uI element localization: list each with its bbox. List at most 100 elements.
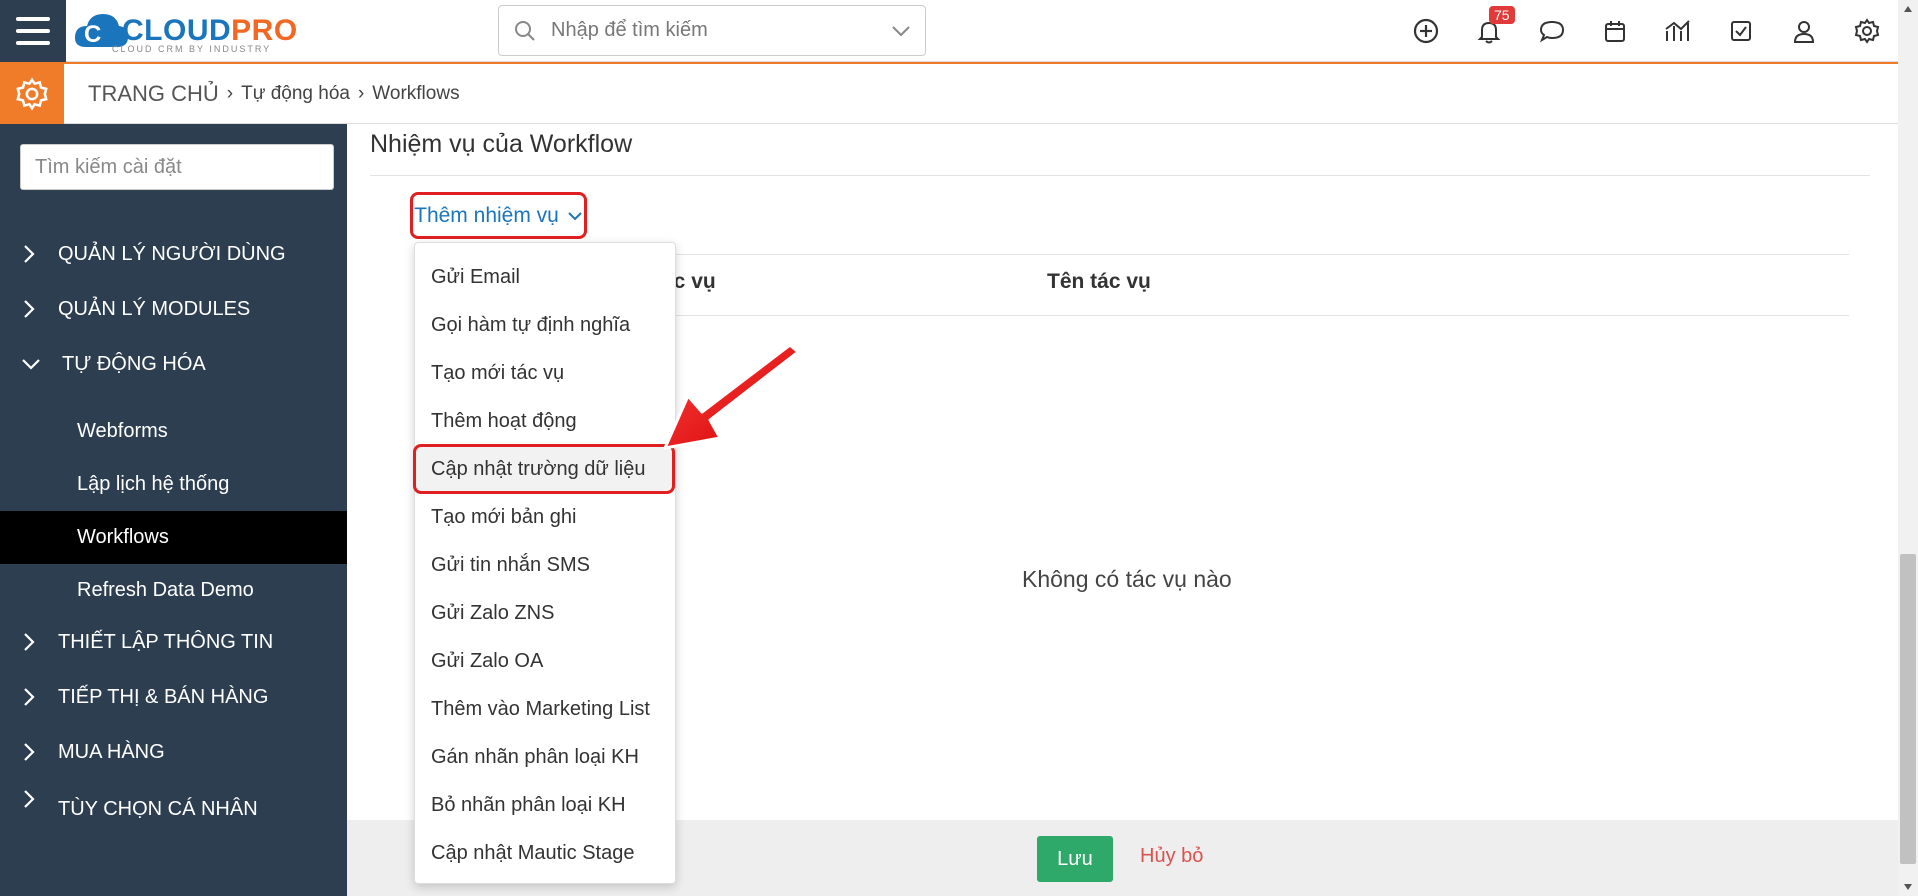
scroll-down-icon[interactable] bbox=[1898, 878, 1918, 896]
top-bar: C CLOUDPRO CLOUD CRM BY INDUSTRY Nhập để… bbox=[0, 0, 1898, 62]
settings-search-input[interactable]: Tìm kiếm cài đặt bbox=[20, 144, 334, 190]
breadcrumb: TRANG CHỦ › Tự động hóa › Workflows bbox=[88, 64, 460, 124]
svg-text:C: C bbox=[84, 21, 101, 48]
menu-item-label: Tạo mới tác vụ bbox=[431, 361, 565, 384]
chevron-right-icon bbox=[0, 687, 58, 707]
sidebar-group-label: TÙY CHỌN CÁ NHÂN bbox=[58, 797, 258, 820]
chevron-right-icon: › bbox=[357, 83, 365, 104]
menu-item-label: Cập nhật Mautic Stage bbox=[431, 841, 635, 864]
sidebar-item-webforms[interactable]: Webforms bbox=[0, 405, 347, 458]
settings-button[interactable] bbox=[1835, 0, 1898, 62]
hamburger-line bbox=[16, 29, 50, 33]
tasks-button[interactable] bbox=[1709, 0, 1772, 62]
section-title: Nhiệm vụ của Workflow bbox=[370, 130, 633, 158]
menu-item-create-task[interactable]: Tạo mới tác vụ bbox=[415, 349, 677, 397]
menu-item-add-activity[interactable]: Thêm hoạt động bbox=[415, 397, 677, 445]
menu-item-send-sms[interactable]: Gửi tin nhắn SMS bbox=[415, 541, 677, 589]
sidebar-group-label: QUẢN LÝ MODULES bbox=[58, 297, 251, 320]
chart-icon bbox=[1664, 20, 1690, 41]
top-icon-bar: 75 bbox=[1394, 0, 1898, 62]
add-task-button[interactable]: Thêm nhiệm vụ bbox=[410, 192, 587, 239]
breadcrumb-bar: TRANG CHỦ › Tự động hóa › Workflows bbox=[0, 62, 1898, 124]
sidebar-group-label: MUA HÀNG bbox=[58, 740, 165, 763]
breadcrumb-home[interactable]: TRANG CHỦ bbox=[88, 81, 219, 107]
chat-icon bbox=[1539, 20, 1564, 43]
logo-text-pro: PRO bbox=[231, 14, 298, 47]
menu-item-label: Thêm vào Marketing List bbox=[431, 697, 650, 720]
sidebar-group-automation[interactable]: TỰ ĐỘNG HÓA bbox=[0, 344, 347, 384]
sidebar-item-label: Lập lịch hệ thống bbox=[77, 473, 230, 495]
sidebar-item-scheduler[interactable]: Lập lịch hệ thống bbox=[0, 458, 347, 511]
menu-toggle-button[interactable] bbox=[0, 0, 66, 62]
menu-item-label: Gửi tin nhắn SMS bbox=[431, 553, 591, 576]
page-scrollbar[interactable] bbox=[1898, 0, 1918, 896]
divider bbox=[370, 175, 1870, 176]
notifications-button[interactable]: 75 bbox=[1457, 0, 1520, 62]
breadcrumb-workflows: Workflows bbox=[372, 83, 460, 104]
breadcrumb-automation[interactable]: Tự động hóa bbox=[241, 83, 350, 105]
chevron-right-icon bbox=[0, 299, 58, 319]
save-button[interactable]: Lưu bbox=[1037, 836, 1113, 882]
sidebar-group-marketing-sales[interactable]: TIẾP THỊ & BÁN HÀNG bbox=[0, 677, 347, 717]
menu-item-custom-function[interactable]: Gọi hàm tự định nghĩa bbox=[415, 301, 677, 349]
menu-item-remove-customer-tag[interactable]: Bỏ nhãn phân loại KH bbox=[415, 781, 677, 829]
global-search[interactable]: Nhập để tìm kiếm bbox=[498, 5, 926, 56]
menu-item-label: Gửi Zalo OA bbox=[431, 649, 544, 672]
chevron-down-icon bbox=[0, 357, 62, 371]
chevron-right-icon: › bbox=[226, 83, 234, 104]
gear-icon bbox=[16, 77, 48, 111]
menu-item-update-mautic-stage[interactable]: Cập nhật Mautic Stage bbox=[415, 829, 677, 877]
search-input[interactable]: Nhập để tìm kiếm bbox=[551, 19, 891, 42]
settings-search-placeholder: Tìm kiếm cài đặt bbox=[35, 155, 182, 178]
menu-item-update-field[interactable]: Cập nhật trường dữ liệu bbox=[413, 444, 675, 494]
plus-circle-icon bbox=[1413, 18, 1438, 44]
menu-item-send-zalo-zns[interactable]: Gửi Zalo ZNS bbox=[415, 589, 677, 637]
checkbox-icon bbox=[1730, 21, 1751, 41]
menu-item-label: Thêm hoạt động bbox=[431, 409, 577, 432]
profile-button[interactable] bbox=[1772, 0, 1835, 62]
sidebar-item-label: Refresh Data Demo bbox=[77, 579, 254, 601]
menu-item-label: Gửi Zalo ZNS bbox=[431, 601, 555, 624]
hamburger-line bbox=[16, 41, 50, 45]
reports-button[interactable] bbox=[1646, 0, 1709, 62]
sidebar-item-workflows[interactable]: Workflows bbox=[0, 511, 347, 564]
empty-state-text: Không có tác vụ nào bbox=[1022, 566, 1232, 592]
settings-section-button[interactable] bbox=[0, 64, 64, 124]
sidebar-group-personal-options[interactable]: TÙY CHỌN CÁ NHÂN bbox=[0, 779, 347, 819]
chevron-right-icon bbox=[0, 742, 58, 762]
calendar-button[interactable] bbox=[1583, 0, 1646, 62]
user-icon bbox=[1793, 21, 1814, 43]
logo[interactable]: C CLOUDPRO CLOUD CRM BY INDUSTRY bbox=[72, 4, 298, 58]
calendar-icon bbox=[1604, 21, 1625, 42]
sidebar-group-purchasing[interactable]: MUA HÀNG bbox=[0, 732, 347, 772]
sidebar-group-label: QUẢN LÝ NGƯỜI DÙNG bbox=[58, 242, 286, 265]
chevron-down-icon[interactable] bbox=[891, 24, 911, 38]
add-task-dropdown: Gửi Email Gọi hàm tự định nghĩa Tạo mới … bbox=[413, 242, 677, 884]
menu-item-label: Gọi hàm tự định nghĩa bbox=[431, 313, 631, 336]
logo-text: CLOUDPRO bbox=[122, 14, 298, 48]
sidebar-item-label: Workflows bbox=[77, 526, 169, 548]
chevron-right-icon bbox=[0, 632, 58, 652]
menu-item-label: Gán nhãn phân loại KH bbox=[431, 745, 639, 768]
quick-create-button[interactable] bbox=[1394, 0, 1457, 62]
search-icon bbox=[515, 20, 535, 41]
menu-item-send-zalo-oa[interactable]: Gửi Zalo OA bbox=[415, 637, 677, 685]
annotation-arrow-icon bbox=[663, 343, 800, 450]
hamburger-line bbox=[16, 17, 50, 21]
menu-item-label: Tạo mới bản ghi bbox=[431, 505, 577, 528]
settings-sidebar: Tìm kiếm cài đặt QUẢN LÝ NGƯỜI DÙNG QUẢN… bbox=[0, 124, 347, 896]
menu-item-add-customer-tag[interactable]: Gán nhãn phân loại KH bbox=[415, 733, 677, 781]
sidebar-group-user-management[interactable]: QUẢN LÝ NGƯỜI DÙNG bbox=[0, 234, 347, 274]
sidebar-group-modules[interactable]: QUẢN LÝ MODULES bbox=[0, 289, 347, 329]
logo-text-cloud: CLOUD bbox=[122, 14, 232, 47]
scroll-thumb[interactable] bbox=[1900, 554, 1916, 864]
menu-item-create-record[interactable]: Tạo mới bản ghi bbox=[415, 493, 677, 541]
menu-item-send-email[interactable]: Gửi Email bbox=[415, 253, 677, 301]
chat-button[interactable] bbox=[1520, 0, 1583, 62]
menu-item-add-marketing-list[interactable]: Thêm vào Marketing List bbox=[415, 685, 677, 733]
cancel-link[interactable]: Hủy bỏ bbox=[1140, 845, 1203, 868]
sidebar-group-info-setup[interactable]: THIẾT LẬP THÔNG TIN bbox=[0, 622, 347, 662]
menu-item-label: Gửi Email bbox=[431, 265, 520, 288]
sidebar-item-refresh-data-demo[interactable]: Refresh Data Demo bbox=[0, 564, 347, 617]
scroll-up-icon[interactable] bbox=[1898, 0, 1918, 18]
